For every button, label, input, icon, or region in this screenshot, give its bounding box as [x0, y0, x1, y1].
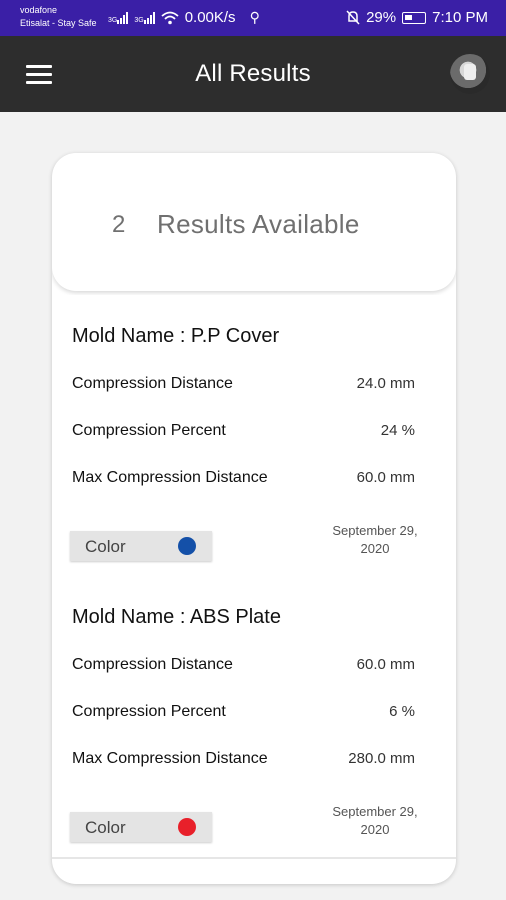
date-line-1: September 29, — [332, 523, 418, 538]
compression-percent-label: Compression Percent — [72, 422, 226, 439]
result-date: September 29, 2020 — [320, 522, 430, 558]
clock: 7:10 PM — [432, 9, 488, 26]
results-summary: 2 Results Available — [52, 153, 456, 291]
color-button[interactable]: Color — [70, 812, 212, 842]
compression-percent-label: Compression Percent — [72, 703, 226, 720]
signal-icon-1: 3G — [108, 11, 129, 24]
compression-distance-value: 24.0 mm — [356, 375, 415, 392]
date-line-2: 2020 — [360, 541, 390, 556]
network-speed: 0.00K/s — [184, 9, 236, 26]
avatar[interactable] — [450, 54, 490, 94]
color-swatch — [178, 818, 196, 836]
carrier-1: vodafone — [20, 5, 58, 15]
mold-name: Mold Name : ABS Plate — [72, 606, 281, 628]
page-title: All Results — [195, 60, 311, 87]
signal-icon-2: 3G — [134, 11, 155, 24]
bell-off-icon — [346, 10, 360, 25]
result-date: September 29, 2020 — [320, 803, 430, 839]
compression-distance-label: Compression Distance — [72, 656, 233, 673]
battery-percent: 29% — [366, 9, 397, 26]
max-compression-distance-label: Max Compression Distance — [72, 469, 268, 486]
compression-distance-value: 60.0 mm — [356, 656, 415, 673]
status-right: 29% 7:10 PM — [346, 9, 488, 26]
compression-distance-label: Compression Distance — [72, 375, 233, 392]
carrier-2: Etisalat - Stay Safe — [20, 18, 97, 28]
date-line-1: September 29, — [332, 804, 418, 819]
status-bar: vodafone Etisalat - Stay Safe 3G 3G 0.00… — [0, 0, 506, 36]
results-card: 2 Results Available Mold Name : P.P Cove… — [52, 153, 456, 884]
compression-percent-value: 24 % — [380, 422, 415, 439]
results-count: 2 — [112, 211, 126, 238]
result-item[interactable]: Mold Name : ABS Plate Compression Distan… — [52, 576, 456, 859]
mold-name: Mold Name : P.P Cover — [72, 325, 280, 347]
color-label: Color — [85, 818, 126, 837]
max-compression-distance-label: Max Compression Distance — [72, 750, 268, 767]
color-button[interactable]: Color — [70, 531, 212, 561]
date-line-2: 2020 — [360, 822, 390, 837]
usb-icon: ⚲ — [249, 9, 260, 25]
results-available-label: Results Available — [157, 209, 360, 239]
color-swatch — [178, 537, 196, 555]
carrier-names: vodafone Etisalat - Stay Safe — [20, 4, 97, 30]
battery-icon — [402, 11, 427, 24]
network-indicators: 3G 3G 0.00K/s ⚲ — [108, 9, 260, 26]
compression-percent-value: 6 % — [389, 703, 415, 720]
wifi-icon — [161, 11, 179, 24]
max-compression-distance-value: 280.0 mm — [348, 750, 415, 767]
app-bar: All Results — [0, 36, 506, 112]
max-compression-distance-value: 60.0 mm — [356, 469, 415, 486]
color-label: Color — [85, 537, 126, 556]
result-item[interactable]: Mold Name : P.P Cover Compression Distan… — [52, 295, 456, 578]
